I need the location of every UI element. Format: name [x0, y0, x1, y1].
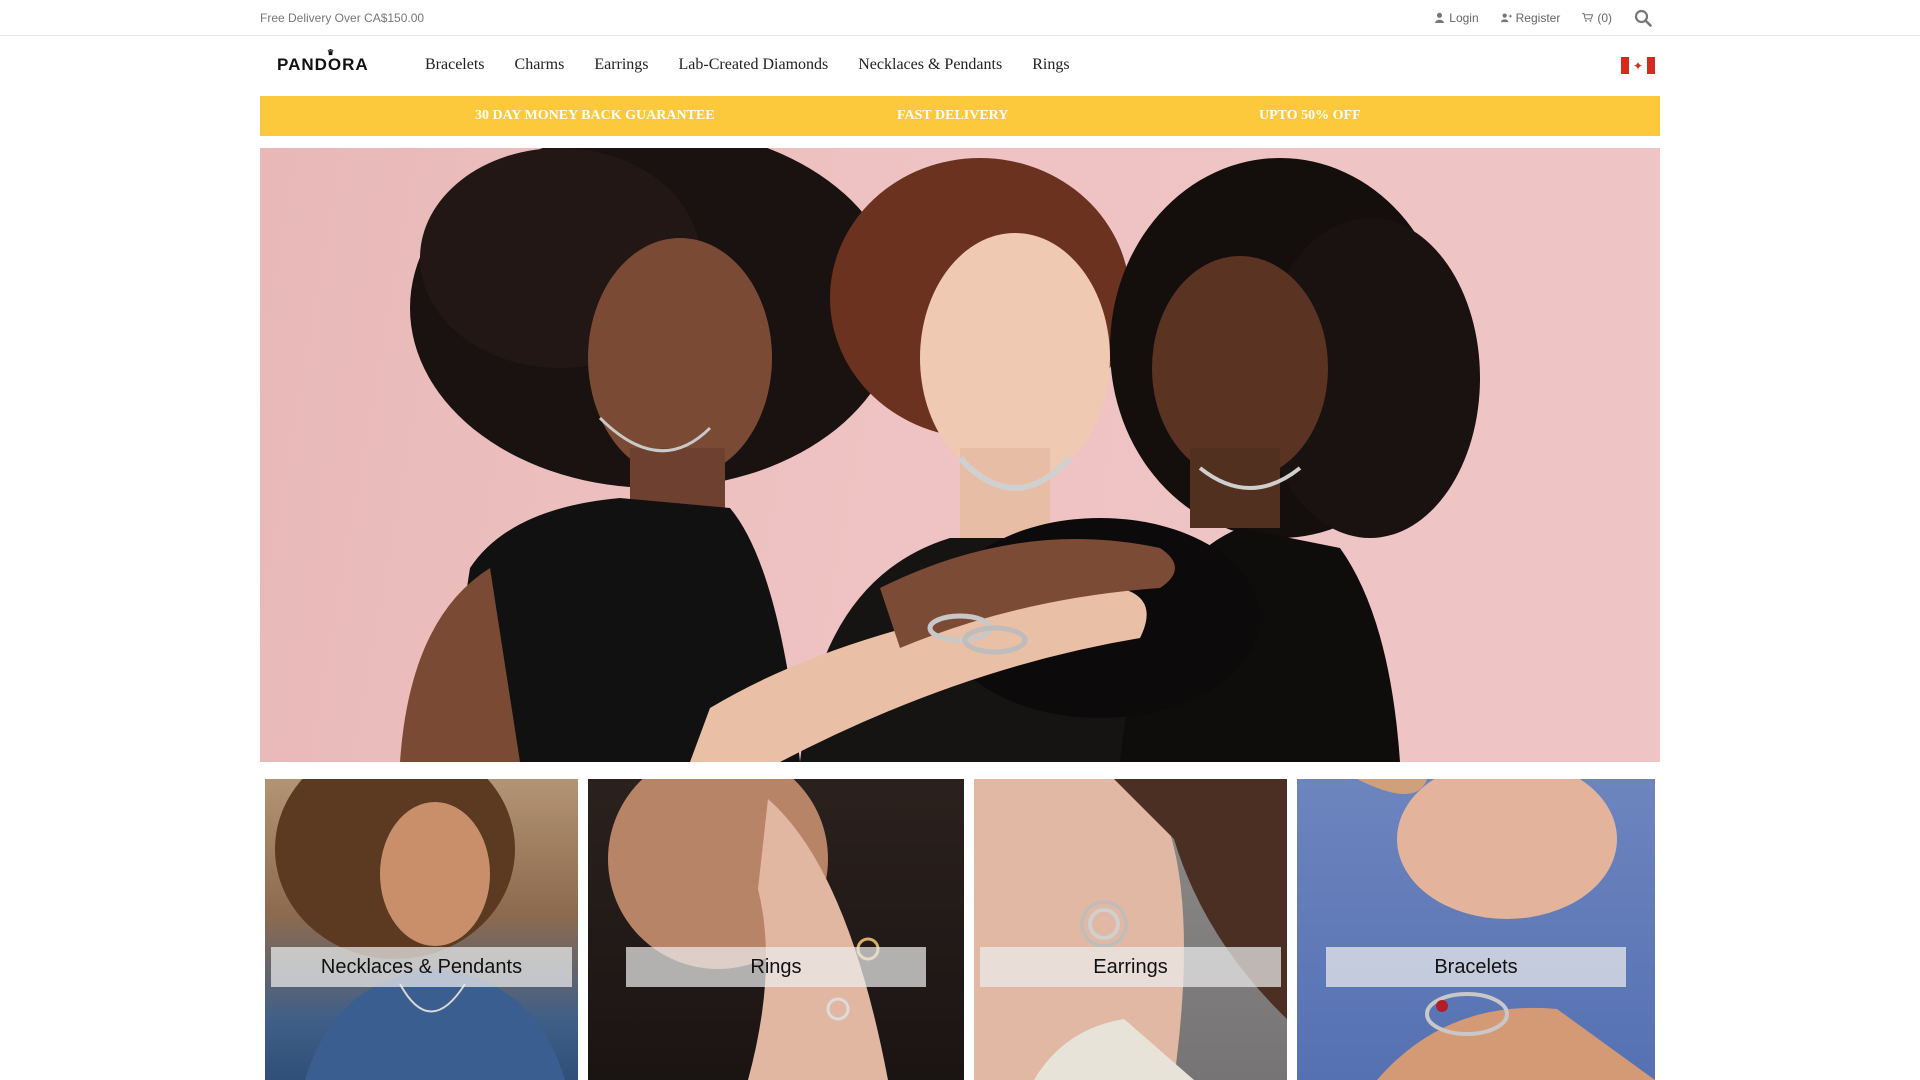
bracelets-model-image — [1357, 779, 1655, 1080]
nav-item-bracelets[interactable]: Bracelets — [425, 56, 485, 74]
category-label: Rings — [626, 947, 926, 987]
search-icon — [1634, 9, 1652, 27]
promo-discount: UPTO 50% OFF — [1259, 108, 1361, 123]
nav-item-necklaces-pendants[interactable]: Necklaces & Pendants — [858, 56, 1002, 74]
brand-logo[interactable]: ♛ PANDORA — [277, 48, 425, 75]
category-tile-earrings[interactable]: Earrings — [974, 779, 1287, 1080]
necklace-model-image — [275, 779, 565, 1080]
register-label: Register — [1515, 10, 1561, 25]
category-menu: Bracelets Charms Earrings Lab-Created Di… — [425, 56, 1070, 74]
category-tiles: Necklaces & Pendants Rings Earrings Brac… — [265, 779, 1655, 1080]
user-plus-icon — [1500, 13, 1512, 23]
hero-illustration — [400, 148, 1480, 762]
rings-model-image — [608, 779, 888, 1080]
login-link[interactable]: Login — [1434, 10, 1479, 25]
search-button[interactable] — [1634, 9, 1652, 27]
nav-item-lab-created-diamonds[interactable]: Lab-Created Diamonds — [679, 56, 829, 74]
crown-icon: ♛ — [327, 48, 336, 57]
user-icon — [1435, 12, 1445, 23]
promo-banner: 30 DAY MONEY BACK GUARANTEE FAST DELIVER… — [260, 96, 1660, 136]
login-label: Login — [1449, 10, 1479, 25]
main-navigation: ♛ PANDORA Bracelets Charms Earrings Lab-… — [0, 36, 1920, 94]
cart-count: (0) — [1597, 10, 1612, 25]
account-links: Login Register (0) — [1434, 9, 1652, 27]
nav-item-charms[interactable]: Charms — [515, 56, 565, 74]
category-label: Earrings — [980, 947, 1281, 987]
nav-item-earrings[interactable]: Earrings — [594, 56, 648, 74]
cart-link[interactable]: (0) — [1582, 11, 1612, 25]
nav-item-rings[interactable]: Rings — [1032, 56, 1069, 74]
cart-icon — [1582, 12, 1594, 22]
category-label: Bracelets — [1326, 947, 1626, 987]
hero-banner-image[interactable] — [260, 148, 1660, 762]
top-bar: Free Delivery Over CA$150.00 Login Regis… — [0, 0, 1920, 36]
brand-logo-text: PANDORA — [277, 55, 369, 74]
promo-money-back: 30 DAY MONEY BACK GUARANTEE — [475, 108, 715, 123]
category-tile-bracelets[interactable]: Bracelets — [1297, 779, 1655, 1080]
category-tile-necklaces-pendants[interactable]: Necklaces & Pendants — [265, 779, 578, 1080]
earrings-model-image — [974, 779, 1287, 1080]
promo-fast-delivery: FAST DELIVERY — [897, 108, 1009, 123]
category-tile-rings[interactable]: Rings — [588, 779, 964, 1080]
category-label: Necklaces & Pendants — [271, 947, 572, 987]
free-delivery-notice: Free Delivery Over CA$150.00 — [260, 10, 425, 25]
canada-flag-icon[interactable]: ✦ — [1621, 57, 1655, 74]
register-link[interactable]: Register — [1500, 10, 1561, 25]
